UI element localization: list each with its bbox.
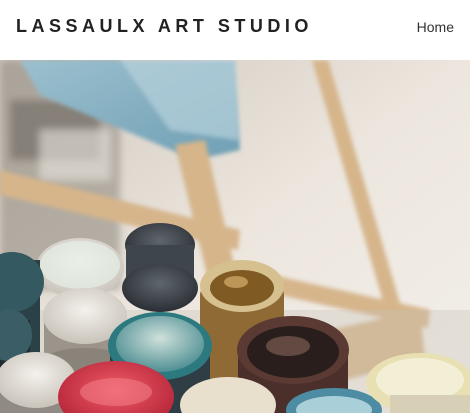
paint-jars-photo (0, 60, 470, 413)
hero-image (0, 60, 470, 413)
nav-home-link[interactable]: Home (417, 19, 454, 35)
site-header: LASSAULX ART STUDIO Home (0, 0, 470, 60)
site-title[interactable]: LASSAULX ART STUDIO (16, 16, 313, 37)
